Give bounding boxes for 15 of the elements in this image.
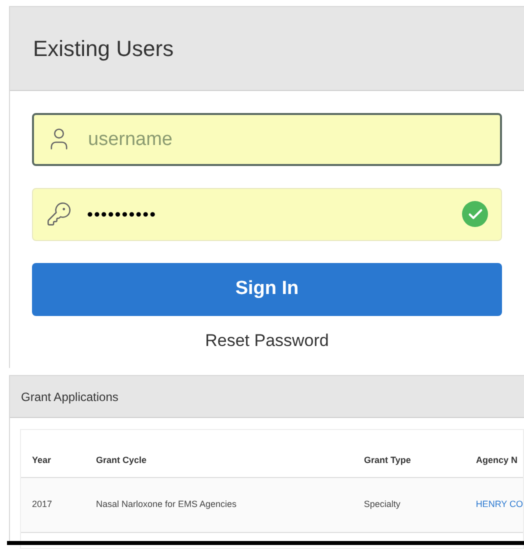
table-cell-text: 2017	[32, 498, 54, 512]
panel-title: Grant Applications	[21, 388, 118, 406]
password-field[interactable]: ••••••••••	[32, 188, 502, 241]
table-link[interactable]: HENRY CO	[476, 498, 523, 512]
reset-password-link[interactable]: Reset Password	[205, 328, 329, 354]
panel-title: Existing Users	[33, 35, 174, 63]
sign-in-button[interactable]: Sign In	[32, 263, 502, 316]
table-cell-text: Nasal Narloxone for EMS Agencies	[96, 498, 238, 512]
column-header: Grant Cycle	[96, 454, 148, 467]
column-header: Year	[32, 454, 52, 466]
key-icon	[46, 201, 72, 227]
column-header: Agency N	[476, 454, 519, 467]
username-field[interactable]: username	[32, 113, 502, 166]
table-cell-text: Specialty	[364, 498, 402, 512]
column-header: Grant Type	[364, 454, 412, 467]
